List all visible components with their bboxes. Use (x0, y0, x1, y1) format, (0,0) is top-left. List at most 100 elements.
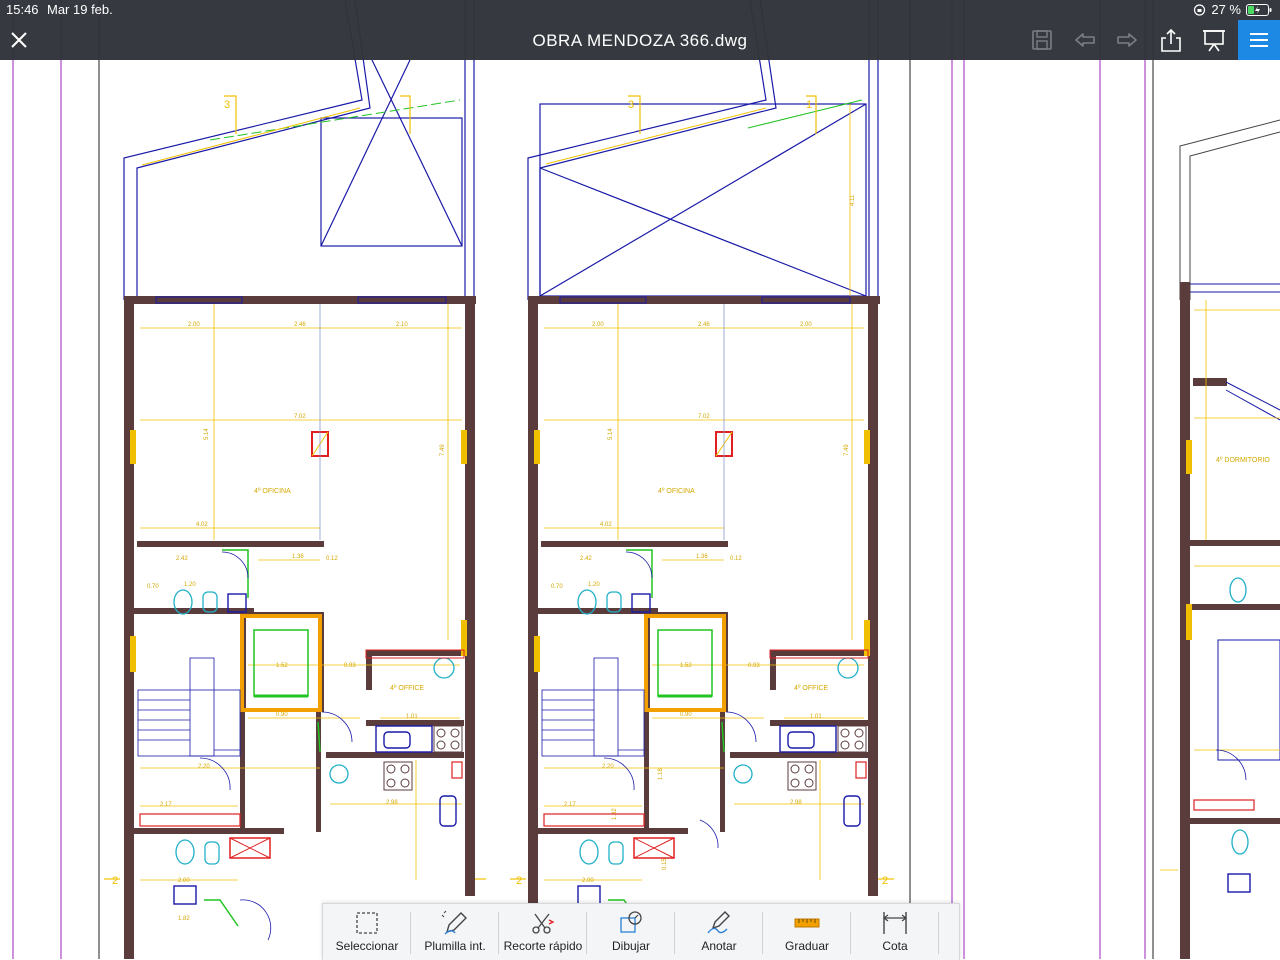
cad-drawing-canvas[interactable]: 3 2 2.00 2.46 2.10 7.02 5.14 7.49 4.02 1… (0, 0, 1280, 959)
tool-label: Cota (882, 939, 908, 953)
dimension-label: 2.98 (790, 800, 802, 806)
room-label: 4º DORMITORIO (1216, 457, 1270, 464)
dimension-label: 2.42 (580, 556, 592, 562)
tool-quick-trim[interactable]: Recorte rápido (499, 904, 587, 960)
tool-measure[interactable]: Graduar (763, 904, 851, 960)
share-icon (1161, 28, 1181, 52)
dimension-label: 0.12 (730, 556, 742, 562)
dimension-label: 1.20 (184, 582, 196, 588)
dimension-label: 1.18 (658, 768, 664, 780)
dimension-label: 0.70 (551, 584, 563, 590)
tool-label: Graduar (784, 939, 830, 953)
dimension-label: 2.00 (188, 322, 200, 328)
tool-label: Recorte rápido (503, 939, 583, 953)
dimension-icon (883, 912, 907, 934)
draw-icon (620, 911, 642, 933)
dimension-label: 5.14 (204, 428, 210, 440)
redo-button[interactable] (1114, 27, 1140, 53)
undo-icon (1075, 33, 1095, 47)
dimension-label: 1.01 (406, 714, 418, 720)
room-label: 4º OFICINA (658, 488, 695, 495)
dimension-label: 2.00 (800, 322, 812, 328)
select-icon (356, 912, 378, 934)
undo-button[interactable] (1072, 27, 1098, 53)
quick-trim-icon (532, 913, 555, 934)
dimension-label: 2.20 (198, 764, 210, 770)
dimension-label: 1.52 (276, 663, 288, 669)
share-button[interactable] (1158, 27, 1184, 53)
dimension-label: 7.02 (294, 414, 306, 420)
tool-label: Plumilla int. (424, 939, 486, 953)
dimension-label: 2.00 (582, 878, 594, 884)
dimension-label: 5.14 (608, 428, 614, 440)
status-date: Mar 19 feb. (47, 2, 113, 17)
dimension-label: 7.49 (844, 444, 850, 456)
dimension-label: 4.02 (196, 522, 208, 528)
tool-dimension[interactable]: Cota (851, 904, 939, 960)
menu-icon (1250, 33, 1268, 47)
tool-smart-pen[interactable]: Plumilla int. (411, 904, 499, 960)
section-mark: 2 (516, 875, 522, 887)
dimension-label: 2.98 (386, 800, 398, 806)
dimension-label: 2.20 (602, 764, 614, 770)
dimension-label: 7.49 (440, 444, 446, 456)
tool-label: Dibujar (611, 939, 650, 953)
dimension-label: 2.17 (160, 802, 172, 808)
dimension-label: 1.36 (696, 554, 708, 560)
dimension-label: 2.00 (178, 878, 190, 884)
tool-select[interactable]: Seleccionar (323, 904, 411, 960)
tool-annotate[interactable]: Anotar (675, 904, 763, 960)
section-mark: 2 (882, 875, 888, 887)
save-button[interactable] (1029, 27, 1055, 53)
office-label: 4º OFFICE (794, 685, 828, 692)
redo-icon (1117, 33, 1137, 47)
top-bar: 15:46 Mar 19 feb. 27 % OBRA MENDOZA 366.… (0, 0, 1280, 60)
dimension-label: 2.46 (698, 322, 710, 328)
section-mark: 3 (628, 99, 634, 111)
tool-label: Seleccionar (335, 939, 399, 953)
room-label: 4º OFICINA (254, 488, 291, 495)
battery-percent: 27 % (1211, 2, 1241, 17)
menu-button[interactable] (1238, 20, 1280, 60)
dimension-label: 0.93 (748, 663, 760, 669)
dimension-label: 0.93 (344, 663, 356, 669)
dimension-label: 2.00 (592, 322, 604, 328)
separator (938, 912, 939, 954)
dimension-label: 1.52 (680, 663, 692, 669)
status-indicators: 27 % (1193, 2, 1272, 17)
section-mark: 2 (112, 875, 118, 887)
dimension-label: 1.20 (588, 582, 600, 588)
dimension-label: 2.46 (294, 322, 306, 328)
tool-draw[interactable]: Dibujar (587, 904, 675, 960)
floor-plan-3-partial: 4º DORMITORIO (1160, 119, 1280, 959)
status-time: 15:46 (6, 2, 39, 17)
tool-label: Anotar (701, 939, 737, 953)
dimension-label: 0.12 (326, 556, 338, 562)
battery-icon (1246, 3, 1272, 16)
dimension-label: 4.11 (850, 194, 856, 206)
drawing-toolbar: Seleccionar Plumilla int. Recorte rápido… (322, 903, 960, 960)
dimension-label: 4.02 (600, 522, 612, 528)
measure-icon (794, 918, 820, 928)
office-label: 4º OFFICE (390, 685, 424, 692)
dimension-label: 7.02 (698, 414, 710, 420)
dimension-label: 1.36 (292, 554, 304, 560)
floor-plan-1: 3 2 2.00 2.46 2.10 7.02 5.14 7.49 4.02 1… (104, 0, 486, 959)
dimension-label: 0.90 (276, 712, 288, 718)
save-icon (1032, 30, 1052, 50)
dimension-label: 0.90 (680, 712, 692, 718)
dimension-label: 0.70 (147, 584, 159, 590)
dimension-label: 1.01 (810, 714, 822, 720)
rotation-lock-icon (1194, 3, 1206, 16)
present-button[interactable] (1201, 27, 1227, 53)
dimension-label: 2.42 (176, 556, 188, 562)
annotate-icon (707, 911, 730, 934)
dimension-label: 0.15 (662, 858, 668, 870)
section-mark: 3 (224, 99, 230, 111)
floor-plan-2: 3 1 2 2 4.11 2.00 2.46 2.00 7.02 5.14 7.… (510, 0, 894, 959)
dimension-label: 2.17 (564, 802, 576, 808)
dimension-label: 1.82 (178, 916, 190, 922)
dimension-label: 2.10 (396, 322, 408, 328)
present-icon (1203, 30, 1225, 52)
section-mark: 1 (806, 99, 812, 111)
